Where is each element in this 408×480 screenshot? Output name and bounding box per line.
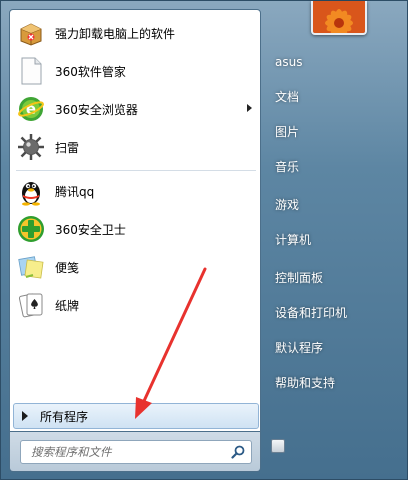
link-label: 文档 xyxy=(275,89,300,104)
uninstall-box-icon xyxy=(16,18,46,48)
link-documents[interactable]: 文档 xyxy=(265,81,403,111)
program-label: 纸牌 xyxy=(55,298,80,313)
link-label: 游戏 xyxy=(275,197,300,212)
places-pane: asus 文档 图片 音乐 游戏 计算机 控制面板 设备和打印机 默认程序 帮助… xyxy=(263,1,408,480)
search-area xyxy=(9,432,261,472)
program-item-solitaire[interactable]: 纸牌 xyxy=(12,288,260,322)
link-label: 音乐 xyxy=(275,159,300,174)
program-item-360-browser[interactable]: e 360安全浏览器 xyxy=(12,92,260,126)
blank-document-icon xyxy=(16,56,46,86)
shutdown-button[interactable] xyxy=(271,439,285,453)
sticky-notes-icon xyxy=(16,252,46,282)
search-input[interactable] xyxy=(31,442,231,462)
search-icon[interactable] xyxy=(229,443,247,461)
minesweeper-icon xyxy=(16,132,46,162)
solitaire-icon xyxy=(16,290,46,320)
program-item-360-guard[interactable]: 360安全卫士 xyxy=(12,212,260,246)
programs-pane: 强力卸载电脑上的软件 360软件管家 e 360安全浏览器 扫雷 腾讯qq 36… xyxy=(9,9,261,432)
program-label: 强力卸载电脑上的软件 xyxy=(55,26,176,41)
program-label: 腾讯qq xyxy=(55,184,95,199)
link-label: asus xyxy=(275,55,303,69)
program-item-360-software-manager[interactable]: 360软件管家 xyxy=(12,54,260,88)
link-label: 默认程序 xyxy=(275,340,324,355)
user-avatar[interactable] xyxy=(311,1,367,35)
link-control-panel[interactable]: 控制面板 xyxy=(265,262,403,292)
link-default-programs[interactable]: 默认程序 xyxy=(265,332,403,362)
all-programs-button[interactable]: 所有程序 xyxy=(13,403,259,429)
expand-arrow-icon xyxy=(22,411,28,421)
program-item-uninstaller[interactable]: 强力卸载电脑上的软件 xyxy=(12,16,260,50)
program-label: 扫雷 xyxy=(55,140,80,155)
link-label: 帮助和支持 xyxy=(275,375,336,390)
link-help-support[interactable]: 帮助和支持 xyxy=(265,367,403,397)
program-label: 便笺 xyxy=(55,260,80,275)
link-games[interactable]: 游戏 xyxy=(265,189,403,219)
link-label: 设备和打印机 xyxy=(275,305,348,320)
link-devices-printers[interactable]: 设备和打印机 xyxy=(265,297,403,327)
program-item-minesweeper[interactable]: 扫雷 xyxy=(12,130,260,164)
program-label: 360软件管家 xyxy=(55,64,126,79)
start-menu: 强力卸载电脑上的软件 360软件管家 e 360安全浏览器 扫雷 腾讯qq 36… xyxy=(0,0,408,480)
link-music[interactable]: 音乐 xyxy=(265,151,403,181)
programs-separator xyxy=(16,170,256,171)
program-label: 360安全卫士 xyxy=(55,222,126,237)
search-box[interactable] xyxy=(20,440,252,464)
link-user-folder[interactable]: asus xyxy=(265,47,403,77)
program-label: 360安全浏览器 xyxy=(55,102,138,117)
link-label: 控制面板 xyxy=(275,270,324,285)
360-guard-icon xyxy=(16,214,46,244)
link-pictures[interactable]: 图片 xyxy=(265,116,403,146)
qq-penguin-icon xyxy=(16,176,46,206)
submenu-arrow-icon[interactable] xyxy=(247,104,252,112)
link-computer[interactable]: 计算机 xyxy=(265,224,403,254)
link-label: 计算机 xyxy=(275,232,312,247)
program-item-sticky-notes[interactable]: 便笺 xyxy=(12,250,260,284)
program-item-tencent-qq[interactable]: 腾讯qq xyxy=(12,174,260,208)
all-programs-label: 所有程序 xyxy=(40,409,89,424)
360-browser-icon: e xyxy=(16,94,46,124)
link-label: 图片 xyxy=(275,124,300,139)
